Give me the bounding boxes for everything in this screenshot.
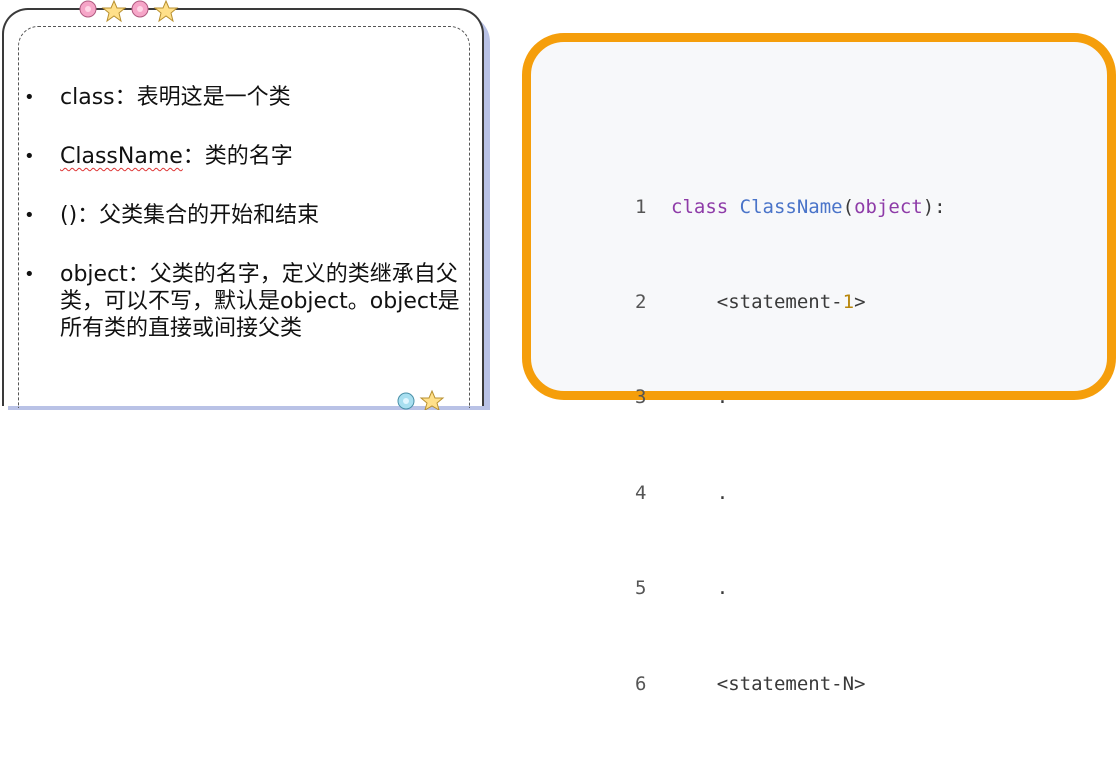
line-number: 4 [635, 481, 647, 504]
bullet-item-object: • object：父类的名字，定义的类继承自父类，可以不写，默认是object。… [24, 261, 464, 342]
bullet-head: class [60, 85, 115, 110]
code-line-1: 1 class ClassName(object): [635, 192, 946, 224]
class-name: ClassName [739, 195, 843, 218]
flower-icon [397, 392, 415, 410]
line-number: 3 [635, 386, 647, 409]
statement-prefix: <statement- [716, 290, 843, 313]
bullet-item-classname: • ClassName：类的名字 [24, 143, 464, 170]
bullet-dot-icon: • [24, 146, 35, 167]
star-icon [153, 0, 179, 23]
code-text: . [716, 481, 729, 504]
star-icon [419, 389, 445, 410]
bullet-dot-icon: • [24, 264, 35, 285]
code-text: . [716, 577, 729, 600]
keyword-class: class [671, 195, 729, 218]
star-icon [101, 0, 127, 23]
code-line-5: 5 . [635, 573, 946, 605]
line-number: 1 [635, 195, 647, 218]
paren-open: ( [842, 195, 855, 218]
bullet-list: • class：表明这是一个类 • ClassName：类的名字 • ()：父类… [24, 84, 464, 374]
code-text: . [716, 386, 729, 409]
bullet-head: () [60, 203, 78, 228]
statement-suffix: > [854, 290, 866, 313]
bullet-text: ：类的名字 [182, 144, 293, 169]
bullet-item-class: • class：表明这是一个类 [24, 84, 464, 111]
code-line-4: 4 . [635, 478, 946, 510]
code-text: <statement-N> [716, 672, 866, 695]
bottom-decoration [397, 389, 445, 410]
bullet-text: ：表明这是一个类 [114, 85, 291, 110]
bullet-dot-icon: • [24, 205, 35, 226]
bullet-head: ClassName [60, 144, 183, 169]
statement-digit: 1 [842, 290, 855, 313]
code-line-3: 3 . [635, 382, 946, 414]
line-number: 2 [635, 290, 647, 313]
paren-close: ): [922, 195, 946, 218]
line-number: 5 [635, 577, 647, 600]
top-decoration [79, 0, 179, 23]
base-class: object [854, 195, 923, 218]
bullet-dot-icon: • [24, 87, 35, 108]
bullet-text: ：父类集合的开始和结束 [77, 203, 320, 228]
code-card: 1 class ClassName(object): 2 <statement-1… [522, 33, 1116, 695]
line-number: 6 [635, 672, 647, 695]
code-line-2: 2 <statement-1> [635, 287, 946, 319]
flower-icon [79, 0, 97, 18]
bullet-item-parens: • ()：父类集合的开始和结束 [24, 202, 464, 229]
bullet-head: object [60, 262, 128, 287]
code-block: 1 class ClassName(object): 2 <statement-1… [635, 128, 946, 764]
code-line-6: 6 <statement-N> [635, 669, 946, 701]
flower-icon [131, 0, 149, 18]
